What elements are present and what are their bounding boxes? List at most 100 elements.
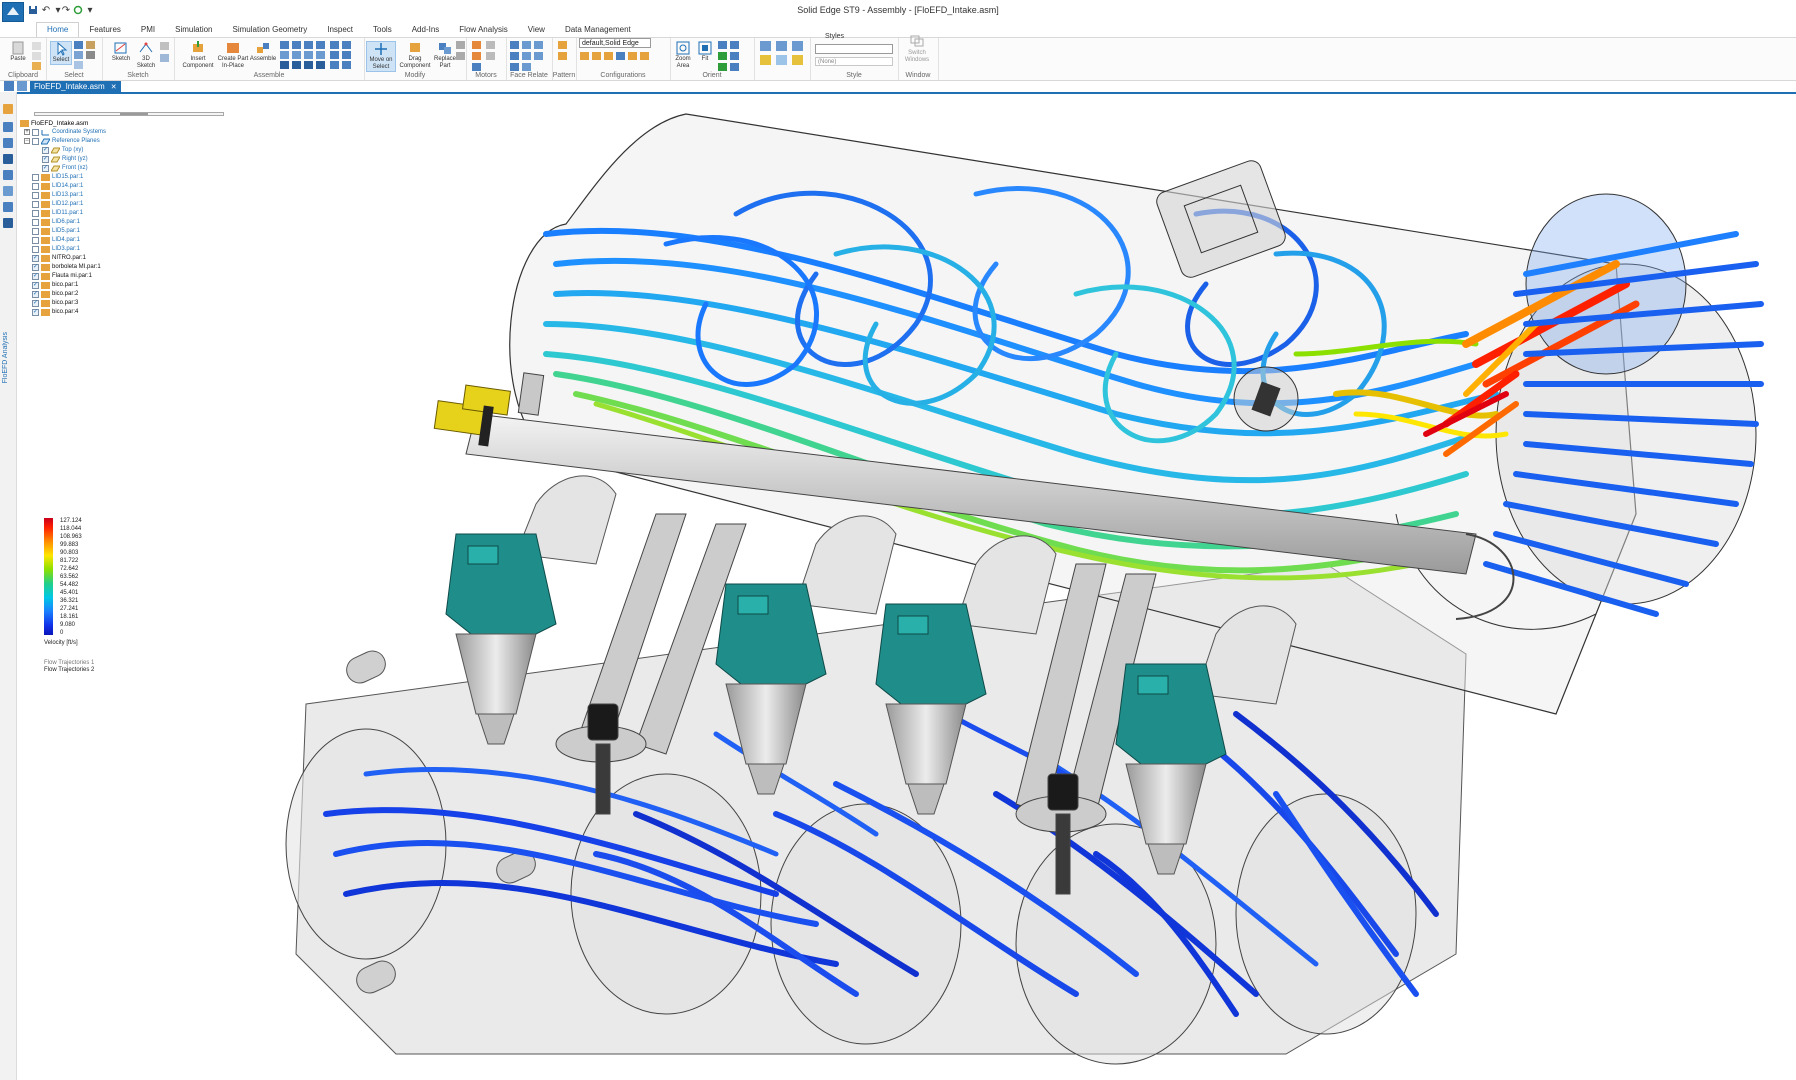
checkbox[interactable] xyxy=(32,227,39,235)
face-relate-3-icon[interactable] xyxy=(534,41,543,49)
settings-tab-icon[interactable] xyxy=(3,202,13,212)
styles-select[interactable] xyxy=(815,44,893,54)
checkbox[interactable]: ✓ xyxy=(42,146,49,154)
select-tool-icon[interactable] xyxy=(74,41,83,49)
tree-item-root[interactable]: FloEFD_Intake.asm xyxy=(20,119,88,127)
checkbox[interactable]: ✓ xyxy=(32,281,39,289)
relationship-mate-icon[interactable] xyxy=(280,41,289,49)
config-show-icon[interactable] xyxy=(640,52,649,60)
style-select[interactable]: (None) xyxy=(815,57,893,66)
tree-item-part[interactable]: LID6.par:1 xyxy=(32,218,80,226)
tab-inspect[interactable]: Inspect xyxy=(317,23,363,37)
relationship-match-icon[interactable] xyxy=(330,51,339,59)
tree-item-top-plane[interactable]: ✓ Top (xy) xyxy=(42,146,83,154)
expand-icon[interactable]: + xyxy=(24,129,30,135)
checkbox[interactable]: ✓ xyxy=(32,299,39,307)
insert-component-button[interactable]: Insert Component xyxy=(180,41,216,70)
relationship-planar-icon[interactable] xyxy=(342,51,351,59)
checkbox[interactable]: ✓ xyxy=(42,155,49,163)
paste-button[interactable]: Paste xyxy=(6,41,30,63)
tab-flow-analysis[interactable]: Flow Analysis xyxy=(449,23,517,37)
checkbox[interactable] xyxy=(32,218,39,226)
floefd-tab-icon[interactable] xyxy=(3,218,13,228)
simulate-motor-icon[interactable] xyxy=(486,41,495,49)
select-inside-icon[interactable] xyxy=(74,61,83,69)
select-options-icon[interactable] xyxy=(86,51,95,59)
help-tab-icon[interactable] xyxy=(3,138,13,148)
relationship-align-icon[interactable] xyxy=(292,41,301,49)
pattern-icon[interactable] xyxy=(558,41,567,49)
tab-simulation[interactable]: Simulation xyxy=(165,23,222,37)
relationship-tangent-icon[interactable] xyxy=(304,51,313,59)
tree-item-part[interactable]: LID12.par:1 xyxy=(32,200,83,208)
tab-data-management[interactable]: Data Management xyxy=(555,23,641,37)
zoom-area-button[interactable]: Zoom Area xyxy=(672,41,694,70)
tab-home[interactable]: Home xyxy=(36,22,80,37)
flow-trajectories-2-label[interactable]: Flow Trajectories 2 xyxy=(44,667,94,673)
configuration-select[interactable]: default,Solid Edge xyxy=(579,38,651,48)
move-on-select-button[interactable]: Move on Select xyxy=(366,41,396,72)
relationship-angle-icon[interactable] xyxy=(292,51,301,59)
face-relate-5-icon[interactable] xyxy=(522,52,531,60)
sketch-options-icon[interactable] xyxy=(160,42,169,50)
cut-icon[interactable] xyxy=(32,42,41,50)
motor-4-icon[interactable] xyxy=(472,63,481,71)
named-views-icon[interactable] xyxy=(730,63,739,71)
fit-button[interactable]: Fit xyxy=(696,41,714,63)
relationship-parallel-icon[interactable] xyxy=(292,61,301,69)
tab-add-ins[interactable]: Add-Ins xyxy=(402,23,450,37)
library-tab-icon[interactable] xyxy=(3,154,13,164)
graphics-viewport[interactable] xyxy=(216,94,1796,1080)
select-box-icon[interactable] xyxy=(74,51,83,59)
face-relate-icon[interactable] xyxy=(510,41,519,49)
tree-item-front-plane[interactable]: ✓ Front (xz) xyxy=(42,164,88,172)
select-filter-icon[interactable] xyxy=(86,41,95,49)
drag-component-button[interactable]: Drag Component xyxy=(398,41,432,70)
create-part-in-place-button[interactable]: Create Part In-Place xyxy=(216,41,250,70)
relationship-capture-icon[interactable] xyxy=(330,61,339,69)
collapse-icon[interactable]: − xyxy=(24,138,30,144)
checkbox[interactable] xyxy=(32,173,39,181)
relationship-ground-icon[interactable] xyxy=(342,41,351,49)
tree-item-part[interactable]: ✓ bico.par:3 xyxy=(32,299,78,307)
checkbox[interactable]: ✓ xyxy=(42,164,49,172)
face-relate-6-icon[interactable] xyxy=(534,52,543,60)
config-icon[interactable] xyxy=(604,52,613,60)
tile-windows-icon[interactable] xyxy=(4,81,14,91)
checkbox[interactable] xyxy=(32,182,39,190)
tree-item-part[interactable]: LID5.par:1 xyxy=(32,227,80,235)
visible-edges-icon[interactable] xyxy=(760,55,771,65)
tree-item-part[interactable]: ✓ NITRO.par:1 xyxy=(32,254,86,262)
tab-view[interactable]: View xyxy=(518,23,555,37)
face-relate-8-icon[interactable] xyxy=(522,63,531,71)
3d-sketch-button[interactable]: 3D Sketch xyxy=(134,41,158,70)
checkbox[interactable] xyxy=(32,209,39,217)
tab-pmi[interactable]: PMI xyxy=(131,23,165,37)
pathfinder-tab-icon[interactable] xyxy=(3,104,13,114)
relationship-flash-fit-icon[interactable] xyxy=(342,61,351,69)
checkbox[interactable] xyxy=(32,137,39,145)
layers-tab-icon[interactable] xyxy=(3,122,13,132)
relationship-gear-icon[interactable] xyxy=(280,61,289,69)
checkbox[interactable] xyxy=(32,200,39,208)
mirror-icon[interactable] xyxy=(558,52,567,60)
motor-2-icon[interactable] xyxy=(472,52,481,60)
checkbox[interactable]: ✓ xyxy=(32,254,39,262)
config-save-icon[interactable] xyxy=(580,52,589,60)
floefd-analysis-tab[interactable]: FloEFD Analysis xyxy=(2,332,9,383)
relationship-axial-icon[interactable] xyxy=(304,41,313,49)
checkbox[interactable] xyxy=(32,128,39,136)
view-orientation-icon[interactable] xyxy=(718,63,727,71)
tree-item-right-plane[interactable]: ✓ Right (yz) xyxy=(42,155,88,163)
tree-item-part[interactable]: ✓ borboleta MI.par:1 xyxy=(32,263,101,271)
checkbox[interactable]: ✓ xyxy=(32,263,39,271)
tree-item-part[interactable]: ✓ bico.par:2 xyxy=(32,290,78,298)
relationship-rigid-icon[interactable] xyxy=(316,61,325,69)
tree-item-coordinate-systems[interactable]: + Coordinate Systems xyxy=(24,128,106,136)
tree-item-part[interactable]: LID15.par:1 xyxy=(32,173,83,181)
relationship-cam-icon[interactable] xyxy=(316,51,325,59)
modify-option-icon[interactable] xyxy=(456,41,465,49)
motor-3-icon[interactable] xyxy=(486,52,495,60)
tab-tools[interactable]: Tools xyxy=(363,23,402,37)
face-relate-4-icon[interactable] xyxy=(510,52,519,60)
